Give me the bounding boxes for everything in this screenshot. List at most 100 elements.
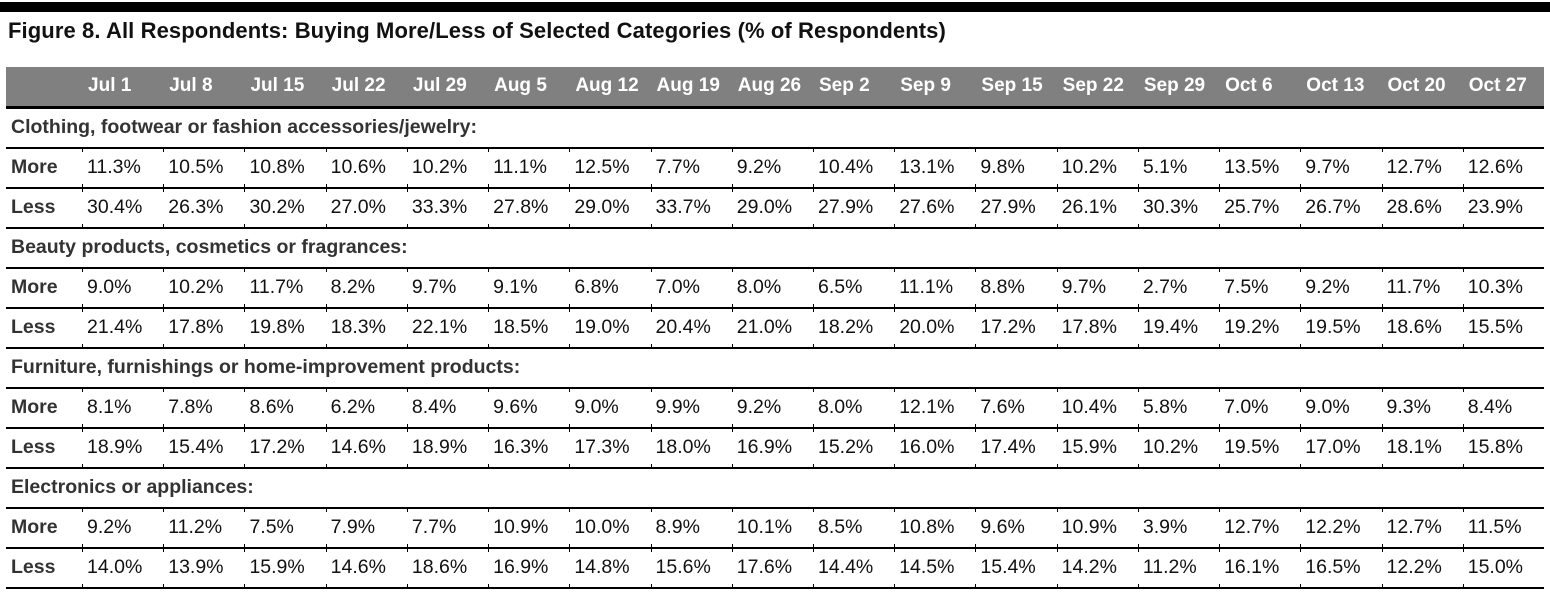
data-cell: 17.4% bbox=[975, 427, 1057, 469]
data-cell: 17.2% bbox=[244, 427, 326, 469]
data-cell: 17.8% bbox=[1056, 307, 1138, 349]
data-cell: 9.7% bbox=[1300, 147, 1382, 189]
data-cell: 9.6% bbox=[488, 387, 570, 429]
data-cell: 15.9% bbox=[244, 547, 326, 589]
data-cell: 8.8% bbox=[975, 267, 1057, 309]
data-cell: 16.9% bbox=[731, 427, 813, 469]
column-header: Jul 22 bbox=[325, 67, 407, 109]
data-cell: 10.0% bbox=[569, 507, 651, 549]
data-cell: 7.5% bbox=[244, 507, 326, 549]
column-header: Oct 27 bbox=[1462, 67, 1544, 109]
data-cell: 9.2% bbox=[1300, 267, 1382, 309]
column-header: Sep 22 bbox=[1056, 67, 1138, 109]
data-cell: 15.4% bbox=[975, 547, 1057, 589]
data-cell: 11.2% bbox=[163, 507, 245, 549]
category-label: Electronics or appliances: bbox=[6, 467, 1544, 509]
data-cell: 19.5% bbox=[1300, 307, 1382, 349]
data-cell: 27.9% bbox=[975, 187, 1057, 229]
data-cell: 11.7% bbox=[1381, 267, 1463, 309]
row-label: More bbox=[6, 507, 83, 549]
data-cell: 27.0% bbox=[325, 187, 407, 229]
data-cell: 21.4% bbox=[82, 307, 164, 349]
data-cell: 12.2% bbox=[1381, 547, 1463, 589]
data-cell: 27.9% bbox=[812, 187, 895, 229]
data-cell: 20.0% bbox=[894, 307, 976, 349]
row-label: Less bbox=[6, 307, 83, 349]
column-header: Sep 29 bbox=[1137, 67, 1220, 109]
data-cell: 14.0% bbox=[82, 547, 164, 589]
data-cell: 23.9% bbox=[1462, 187, 1544, 229]
data-cell: 19.8% bbox=[244, 307, 326, 349]
data-cell: 8.1% bbox=[82, 387, 164, 429]
column-header: Jul 15 bbox=[244, 67, 326, 109]
data-cell: 13.1% bbox=[894, 147, 976, 189]
data-cell: 7.5% bbox=[1219, 267, 1301, 309]
data-cell: 14.6% bbox=[325, 547, 407, 589]
data-cell: 16.0% bbox=[894, 427, 976, 469]
data-cell: 8.9% bbox=[650, 507, 732, 549]
data-cell: 26.7% bbox=[1300, 187, 1382, 229]
data-cell: 15.9% bbox=[1056, 427, 1138, 469]
category-row: Furniture, furnishings or home-improveme… bbox=[6, 347, 1544, 389]
data-cell: 3.9% bbox=[1137, 507, 1220, 549]
column-header: Aug 19 bbox=[650, 67, 732, 109]
table-row: More 9.0% 10.2% 11.7% 8.2% 9.7% 9.1% 6.8% 7.0% 8.… bbox=[6, 267, 1544, 309]
data-cell: 16.3% bbox=[488, 427, 570, 469]
column-header: Jul 29 bbox=[406, 67, 489, 109]
data-cell: 30.2% bbox=[244, 187, 326, 229]
data-cell: 12.7% bbox=[1219, 507, 1301, 549]
data-cell: 9.0% bbox=[1300, 387, 1382, 429]
data-cell: 7.6% bbox=[975, 387, 1057, 429]
data-cell: 11.1% bbox=[488, 147, 570, 189]
top-rule bbox=[0, 2, 1550, 12]
table-row: More 8.1% 7.8% 8.6% 6.2% 8.4% 9.6% 9.0% 9.9% 9.2%… bbox=[6, 387, 1544, 429]
data-cell: 12.5% bbox=[569, 147, 651, 189]
data-cell: 9.0% bbox=[569, 387, 651, 429]
row-label: Less bbox=[6, 427, 83, 469]
data-cell: 7.7% bbox=[650, 147, 732, 189]
data-cell: 14.6% bbox=[325, 427, 407, 469]
data-cell: 17.3% bbox=[569, 427, 651, 469]
data-cell: 10.1% bbox=[731, 507, 813, 549]
data-cell: 10.5% bbox=[163, 147, 245, 189]
data-cell: 8.4% bbox=[1462, 387, 1544, 429]
data-cell: 6.2% bbox=[325, 387, 407, 429]
data-cell: 10.2% bbox=[1056, 147, 1138, 189]
row-label: More bbox=[6, 387, 83, 429]
data-cell: 33.7% bbox=[650, 187, 732, 229]
data-cell: 25.7% bbox=[1219, 187, 1301, 229]
column-header: Oct 20 bbox=[1381, 67, 1463, 109]
table-row: Less 14.0% 13.9% 15.9% 14.6% 18.6% 16.9% 14.8% 1… bbox=[6, 547, 1544, 589]
data-cell: 18.5% bbox=[488, 307, 570, 349]
data-cell: 29.0% bbox=[731, 187, 813, 229]
data-cell: 12.7% bbox=[1381, 147, 1463, 189]
data-cell: 30.4% bbox=[82, 187, 164, 229]
data-cell: 18.3% bbox=[325, 307, 407, 349]
data-cell: 9.1% bbox=[488, 267, 570, 309]
data-cell: 2.7% bbox=[1137, 267, 1220, 309]
data-cell: 15.2% bbox=[812, 427, 895, 469]
data-cell: 12.7% bbox=[1381, 507, 1463, 549]
data-cell: 10.2% bbox=[406, 147, 489, 189]
data-cell: 18.9% bbox=[406, 427, 489, 469]
data-cell: 9.6% bbox=[975, 507, 1057, 549]
data-cell: 17.6% bbox=[731, 547, 813, 589]
data-cell: 10.9% bbox=[488, 507, 570, 549]
row-label: Less bbox=[6, 547, 83, 589]
column-header: Oct 6 bbox=[1219, 67, 1301, 109]
column-header: Aug 26 bbox=[731, 67, 813, 109]
data-cell: 20.4% bbox=[650, 307, 732, 349]
data-cell: 7.8% bbox=[163, 387, 245, 429]
data-cell: 10.9% bbox=[1056, 507, 1138, 549]
row-label: Less bbox=[6, 187, 83, 229]
column-header: Sep 9 bbox=[894, 67, 976, 109]
data-cell: 10.2% bbox=[163, 267, 245, 309]
data-cell: 26.1% bbox=[1056, 187, 1138, 229]
category-row: Electronics or appliances: bbox=[6, 467, 1544, 509]
data-cell: 9.7% bbox=[406, 267, 489, 309]
header-row: Jul 1 Jul 8 Jul 15 Jul 22 Jul 29 Aug 5 Aug 12 A… bbox=[6, 67, 1544, 109]
data-cell: 11.7% bbox=[244, 267, 326, 309]
data-cell: 10.8% bbox=[894, 507, 976, 549]
header-corner bbox=[6, 67, 83, 109]
data-cell: 15.4% bbox=[163, 427, 245, 469]
